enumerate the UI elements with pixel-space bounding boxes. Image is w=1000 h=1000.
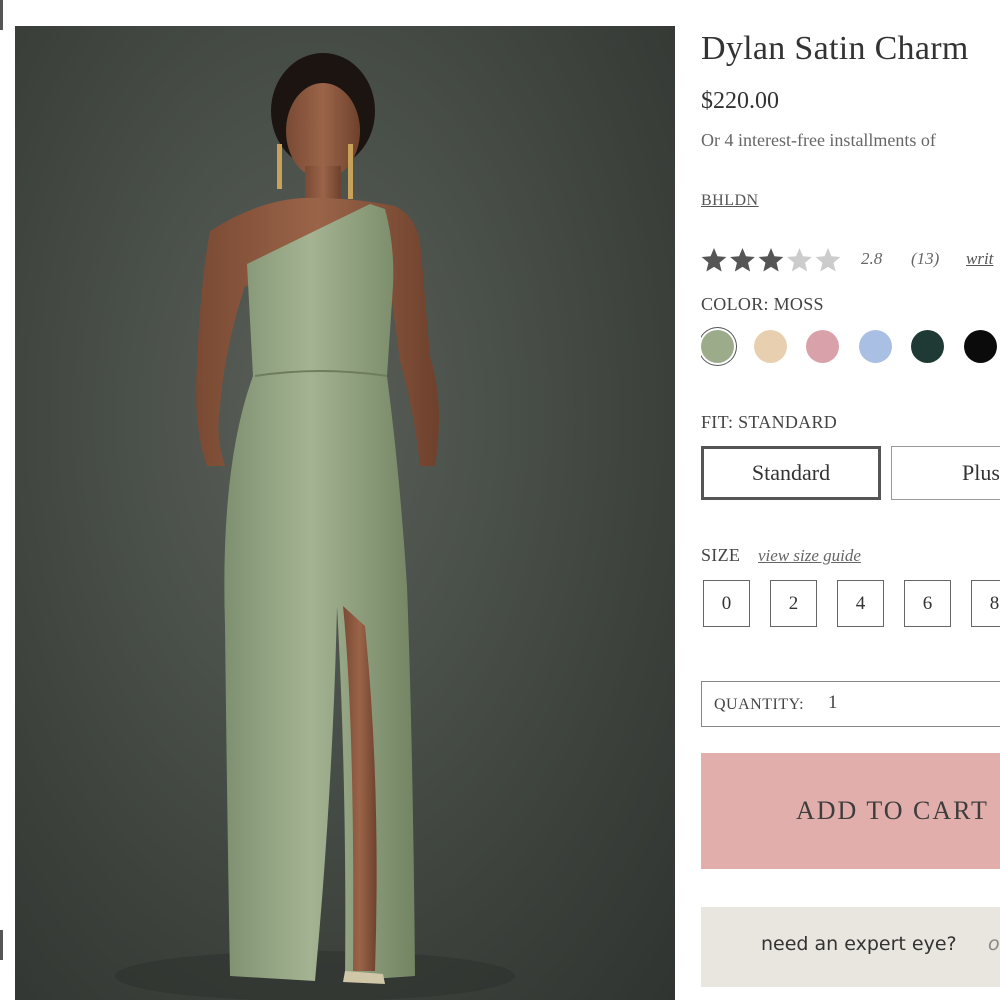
fit-label: FIT: STANDARD <box>701 412 838 432</box>
fit-plus-button[interactable]: Plus <box>891 446 1000 500</box>
fit-standard-button[interactable]: Standard <box>701 446 881 500</box>
product-title: Dylan Satin Charm <box>701 30 969 67</box>
size-option-8[interactable]: 8 <box>971 580 1000 627</box>
color-swatch-moss[interactable] <box>701 330 734 363</box>
star-filled-icon <box>758 248 784 272</box>
add-to-cart-label: ADD TO CART <box>796 796 989 825</box>
quantity-value[interactable]: 1 <box>828 692 838 714</box>
model-in-dress-illustration <box>115 53 515 1000</box>
product-details-panel: Dylan Satin Charm $220.00 Or 4 interest-… <box>701 0 1000 1000</box>
product-image[interactable] <box>15 26 675 1000</box>
left-edge-mark <box>0 930 3 960</box>
size-option-0[interactable]: 0 <box>703 580 750 627</box>
size-guide-link[interactable]: view size guide <box>758 546 861 566</box>
size-option-2[interactable]: 2 <box>770 580 817 627</box>
color-label: COLOR: MOSS <box>701 294 824 314</box>
write-review-link[interactable]: writ <box>966 249 993 269</box>
size-label: SIZE <box>701 545 741 565</box>
left-edge-mark <box>0 0 3 30</box>
star-filled-icon <box>730 248 755 272</box>
review-count[interactable]: (13) <box>911 249 939 269</box>
color-swatch-dark-green[interactable] <box>911 330 944 363</box>
expert-eye-extra-text: or <box>988 933 1000 955</box>
expert-eye-banner[interactable]: need an expert eye? or <box>701 907 1000 987</box>
rating-value: 2.8 <box>861 249 883 268</box>
size-option-4[interactable]: 4 <box>837 580 884 627</box>
brand-link[interactable]: BHLDN <box>701 192 759 210</box>
star-empty-icon <box>787 248 812 272</box>
color-swatch-light-blue[interactable] <box>858 330 892 363</box>
star-filled-icon <box>701 248 727 272</box>
product-price: $220.00 <box>701 88 779 114</box>
size-option-6[interactable]: 6 <box>904 580 951 627</box>
add-to-cart-button[interactable]: ADD TO CART <box>701 753 1000 869</box>
quantity-field[interactable]: QUANTITY: 1 <box>701 681 1000 727</box>
color-swatch-tan[interactable] <box>753 330 787 363</box>
star-empty-icon <box>815 248 841 272</box>
expert-eye-text: need an expert eye? <box>761 933 957 955</box>
color-swatch-rose[interactable] <box>806 330 839 363</box>
rating-stars <box>701 248 841 272</box>
color-swatch-black[interactable] <box>963 330 997 363</box>
quantity-label: QUANTITY: <box>714 696 805 713</box>
installments-text: Or 4 interest-free installments of <box>701 130 936 150</box>
